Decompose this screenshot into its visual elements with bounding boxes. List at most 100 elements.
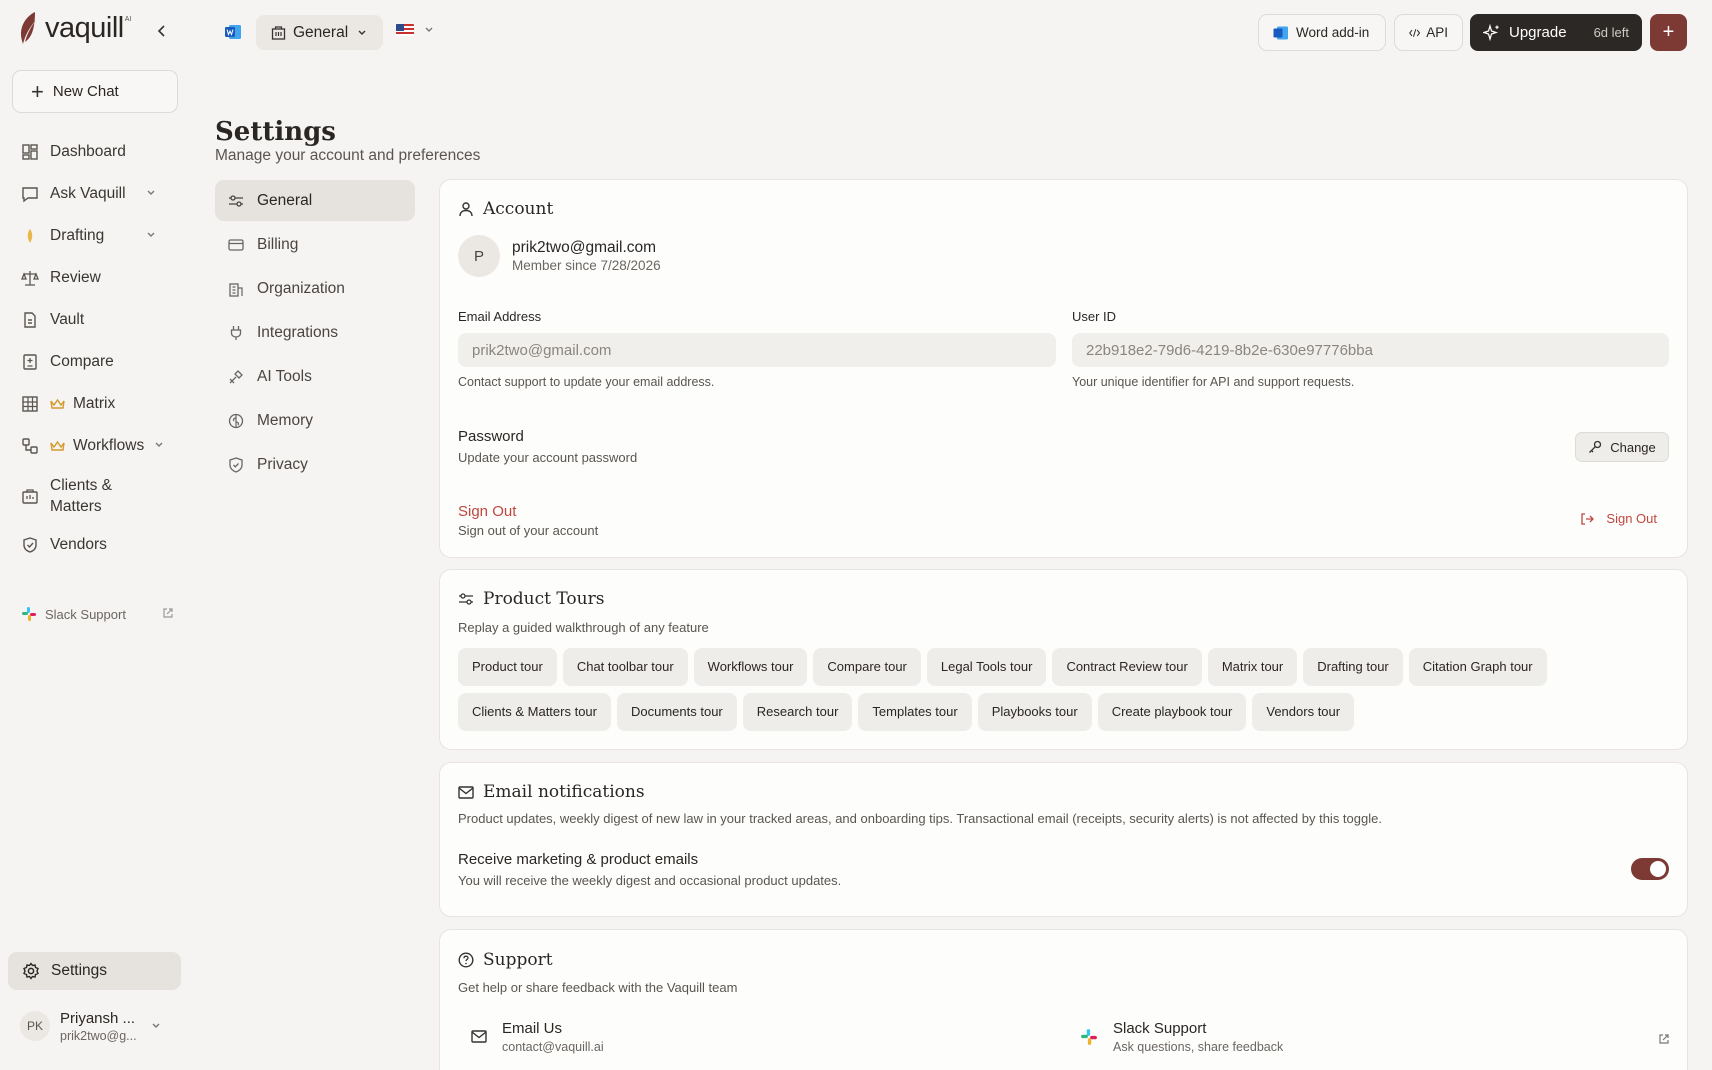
- tour-button[interactable]: Clients & Matters tour: [458, 693, 611, 731]
- sidebar-item-label: Compare: [50, 353, 114, 370]
- tab-privacy[interactable]: Privacy: [215, 444, 415, 485]
- shield-check-icon: [228, 456, 244, 473]
- sidebar-item-dashboard[interactable]: Dashboard: [10, 131, 180, 173]
- api-button[interactable]: API: [1394, 14, 1463, 51]
- chevron-down-icon: [152, 1023, 160, 1028]
- settings-label: Settings: [51, 962, 108, 979]
- user-icon: [459, 202, 473, 217]
- user-menu[interactable]: PK Priyansh ... prik2two@g...: [20, 1005, 185, 1047]
- add-button[interactable]: +: [1650, 14, 1687, 51]
- chevron-down-icon: [425, 27, 433, 32]
- word-addin-button[interactable]: Word add-in: [1258, 14, 1386, 51]
- key-icon: [1589, 440, 1602, 453]
- chevron-down-icon[interactable]: [146, 230, 156, 240]
- tour-button[interactable]: Matrix tour: [1207, 648, 1298, 686]
- chevron-down-icon: [358, 30, 366, 35]
- credit-card-icon: [228, 237, 244, 253]
- sidebar-item-compare[interactable]: Compare: [10, 341, 180, 383]
- change-password-button[interactable]: Change: [1575, 432, 1669, 462]
- tab-billing[interactable]: Billing: [215, 224, 415, 265]
- tour-button[interactable]: Templates tour: [858, 693, 972, 731]
- tour-button[interactable]: Playbooks tour: [977, 693, 1092, 731]
- grid-icon: [21, 395, 39, 413]
- support-header: Support: [458, 950, 553, 970]
- chevron-down-icon[interactable]: [146, 188, 156, 198]
- tours-subtitle: Replay a guided walkthrough of any featu…: [458, 620, 709, 635]
- tour-button[interactable]: Citation Graph tour: [1408, 648, 1547, 686]
- tour-button[interactable]: Vendors tour: [1252, 693, 1355, 731]
- email-us-title: Email Us: [502, 1020, 563, 1037]
- chevron-left-icon: [157, 25, 165, 37]
- tab-ai-tools[interactable]: AI Tools: [215, 356, 415, 397]
- main-nav: Dashboard Ask Vaquill Drafting Review Va…: [10, 131, 180, 566]
- language-selector[interactable]: [396, 24, 434, 36]
- mail-icon: [458, 785, 474, 799]
- email-us-link[interactable]: Email Us contact@vaquill.ai: [471, 1019, 604, 1056]
- sidebar-item-settings[interactable]: Settings: [8, 952, 181, 990]
- tab-integrations[interactable]: Integrations: [215, 312, 415, 353]
- sidebar-item-label: Vault: [50, 311, 85, 328]
- tab-label: AI Tools: [257, 367, 312, 385]
- sidebar-item-clients-matters[interactable]: Clients & Matters: [10, 467, 180, 524]
- tour-button[interactable]: Legal Tools tour: [926, 648, 1047, 686]
- slack-support-card-link[interactable]: Slack Support Ask questions, share feedb…: [1080, 1019, 1670, 1056]
- gear-icon: [22, 962, 40, 980]
- userid-field[interactable]: 22b918e2-79d6-4219-8b2e-630e97776bba: [1072, 333, 1669, 367]
- upgrade-button[interactable]: Upgrade 6d left: [1470, 14, 1642, 51]
- tour-button[interactable]: Research tour: [742, 693, 853, 731]
- email-notifications-card: Email notifications Product updates, wee…: [439, 762, 1688, 917]
- tour-button[interactable]: Documents tour: [617, 693, 737, 731]
- sidebar-item-workflows[interactable]: Workflows: [10, 425, 180, 467]
- chevron-down-icon[interactable]: [154, 440, 164, 450]
- sidebar: vaquill AI + New Chat Dashboard Ask Vaqu…: [0, 0, 190, 1070]
- upgrade-label: Upgrade: [1509, 24, 1567, 41]
- page-title: Settings: [215, 117, 336, 147]
- plug-icon: [228, 325, 244, 341]
- marketing-emails-title: Receive marketing & product emails: [458, 851, 699, 868]
- tour-button[interactable]: Contract Review tour: [1052, 648, 1202, 686]
- tab-label: Privacy: [257, 455, 308, 473]
- email-field[interactable]: prik2two@gmail.com: [458, 333, 1056, 367]
- vaquill-logo[interactable]: vaquill AI: [17, 10, 131, 46]
- sidebar-item-vendors[interactable]: Vendors: [10, 524, 180, 566]
- tools-icon: [228, 369, 244, 385]
- brand-superscript: AI: [124, 15, 132, 23]
- sidebar-item-label: Workflows: [73, 437, 145, 454]
- sidebar-item-ask-vaquill[interactable]: Ask Vaquill: [10, 173, 180, 215]
- user-email: prik2two@g...: [60, 1028, 137, 1043]
- slack-icon: [22, 607, 36, 621]
- workflow-icon: [21, 437, 39, 455]
- sidebar-item-vault[interactable]: Vault: [10, 299, 180, 341]
- tour-button[interactable]: Product tour: [458, 648, 557, 686]
- tour-button[interactable]: Drafting tour: [1303, 648, 1403, 686]
- sidebar-item-label: Matrix: [73, 395, 116, 412]
- tab-general[interactable]: General: [215, 180, 415, 221]
- sidebar-item-drafting[interactable]: Drafting: [10, 215, 180, 257]
- us-flag-icon: [396, 24, 414, 36]
- tab-label: General: [257, 191, 313, 209]
- marketing-emails-toggle[interactable]: [1631, 858, 1669, 880]
- sliders-icon: [228, 193, 244, 209]
- new-chat-button[interactable]: + New Chat: [12, 70, 178, 113]
- tour-button[interactable]: Chat toolbar tour: [562, 648, 688, 686]
- workspace-name: General: [293, 23, 349, 41]
- crown-icon: [50, 440, 65, 451]
- chat-icon: [21, 185, 39, 203]
- word-icon[interactable]: [224, 24, 242, 40]
- tour-button[interactable]: Workflows tour: [693, 648, 808, 686]
- tours-list: Product tour Chat toolbar tour Workflows t…: [458, 648, 1658, 738]
- sign-out-button[interactable]: Sign Out: [1580, 511, 1657, 526]
- tour-button[interactable]: Compare tour: [813, 648, 921, 686]
- tab-memory[interactable]: Memory: [215, 400, 415, 441]
- password-subtitle: Update your account password: [458, 450, 638, 465]
- sidebar-item-review[interactable]: Review: [10, 257, 180, 299]
- workspace-selector[interactable]: General: [256, 15, 383, 50]
- account-email: prik2two@gmail.com: [512, 239, 657, 256]
- sidebar-item-matrix[interactable]: Matrix: [10, 383, 180, 425]
- tab-organization[interactable]: Organization: [215, 268, 415, 309]
- support-title: Support: [483, 950, 553, 970]
- tour-button[interactable]: Create playbook tour: [1097, 693, 1247, 731]
- crown-icon: [50, 398, 65, 409]
- slack-support-link[interactable]: Slack Support: [21, 606, 173, 622]
- collapse-sidebar-button[interactable]: [150, 19, 174, 43]
